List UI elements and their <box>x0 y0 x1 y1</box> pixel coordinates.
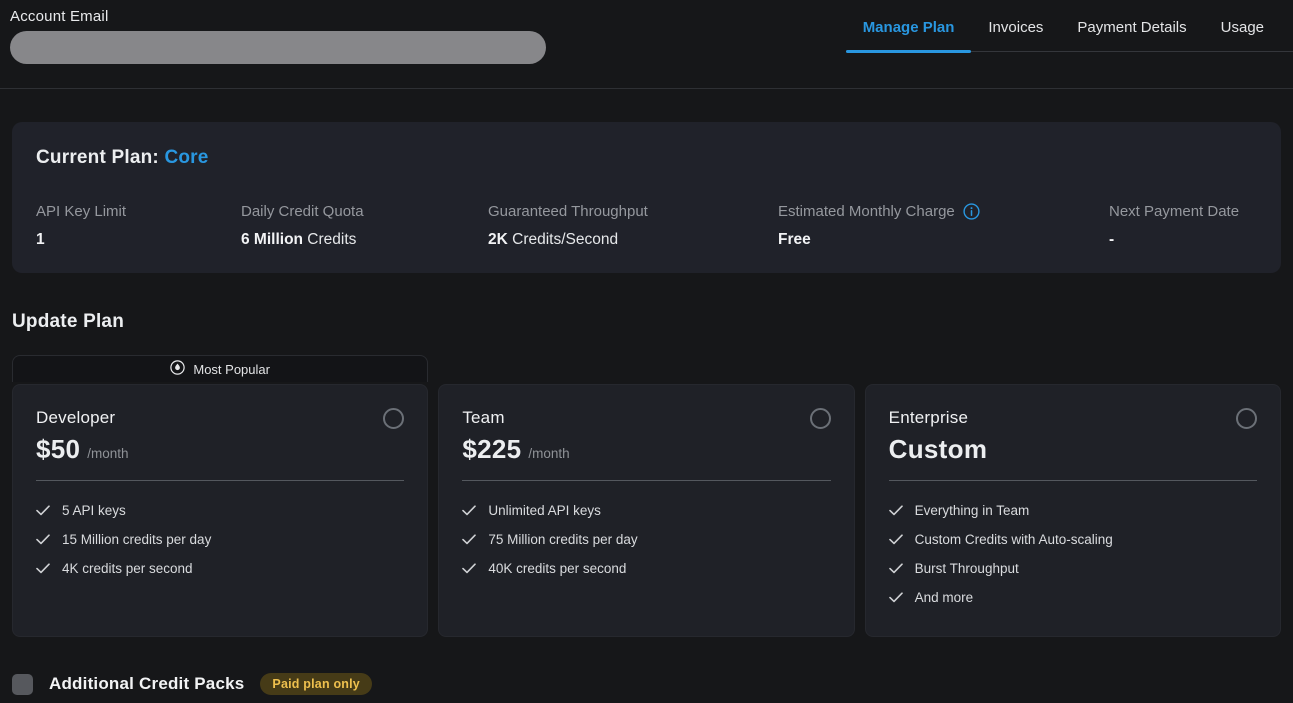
plan-card-divider <box>36 480 404 481</box>
billing-tabs: Manage Plan Invoices Payment Details Usa… <box>846 18 1293 52</box>
additional-credit-packs-row: Additional Credit Packs Paid plan only <box>12 673 1281 695</box>
feature-item: Burst Throughput <box>889 554 1257 583</box>
check-icon <box>889 563 903 574</box>
check-icon <box>889 534 903 545</box>
check-icon <box>462 563 476 574</box>
check-icon <box>36 505 50 516</box>
plan-column-developer: Most Popular Developer $50 /month 5 API … <box>12 355 428 637</box>
paid-plan-only-badge: Paid plan only <box>260 673 372 695</box>
check-icon <box>462 505 476 516</box>
feature-item: Unlimited API keys <box>462 496 830 525</box>
update-plan-heading: Update Plan <box>12 310 1281 333</box>
plan-card-divider <box>889 480 1257 481</box>
credit-packs-checkbox[interactable] <box>12 674 33 695</box>
plan-period: /month <box>87 446 128 461</box>
account-email-block: Account Email <box>10 8 546 64</box>
plan-card-enterprise[interactable]: Enterprise Custom Everything in Team Cus… <box>865 384 1281 637</box>
current-plan-stats: API Key Limit 1 Daily Credit Quota 6 Mil… <box>36 202 1257 250</box>
stat-label: Estimated Monthly Charge <box>778 202 955 221</box>
account-email-label: Account Email <box>10 8 546 26</box>
plan-card-team[interactable]: Team $225 /month Unlimited API keys 75 M… <box>438 384 854 637</box>
plan-radio-team[interactable] <box>810 408 831 429</box>
plan-price: $225 <box>462 434 521 464</box>
account-email-input[interactable] <box>10 31 546 64</box>
stat-value: - <box>1109 231 1114 248</box>
plan-name: Developer <box>36 407 115 429</box>
feature-list: 5 API keys 15 Million credits per day 4K… <box>36 496 404 583</box>
plan-radio-enterprise[interactable] <box>1236 408 1257 429</box>
check-icon <box>36 563 50 574</box>
stat-value: 2K <box>488 231 508 248</box>
flame-circle-icon <box>170 360 185 378</box>
feature-item: And more <box>889 583 1257 612</box>
page-header: Account Email Manage Plan Invoices Payme… <box>0 0 1293 64</box>
plan-card-divider <box>462 480 830 481</box>
plan-period: /month <box>528 446 569 461</box>
info-circle-icon[interactable] <box>963 203 980 220</box>
tab-manage-plan[interactable]: Manage Plan <box>846 18 972 51</box>
feature-item: 15 Million credits per day <box>36 525 404 554</box>
stat-label: Guaranteed Throughput <box>488 202 648 221</box>
check-icon <box>36 534 50 545</box>
check-icon <box>889 592 903 603</box>
most-popular-banner: Most Popular <box>12 355 428 382</box>
stat-estimated-monthly-charge: Estimated Monthly Charge Free <box>778 202 1109 250</box>
plan-grid: Most Popular Developer $50 /month 5 API … <box>12 355 1281 637</box>
stat-value: Free <box>778 231 811 248</box>
stat-daily-credit-quota: Daily Credit Quota 6 Million Credits <box>241 202 488 250</box>
feature-item: 75 Million credits per day <box>462 525 830 554</box>
stat-value: 1 <box>36 231 45 248</box>
plan-name: Enterprise <box>889 407 968 429</box>
tab-payment-details[interactable]: Payment Details <box>1060 18 1203 51</box>
feature-list: Everything in Team Custom Credits with A… <box>889 496 1257 612</box>
plan-name: Team <box>462 407 504 429</box>
feature-item: 4K credits per second <box>36 554 404 583</box>
current-plan-card: Current Plan: Core API Key Limit 1 Daily… <box>12 122 1281 273</box>
feature-list: Unlimited API keys 75 Million credits pe… <box>462 496 830 583</box>
tab-invoices[interactable]: Invoices <box>971 18 1060 51</box>
stat-label: Next Payment Date <box>1109 202 1239 221</box>
current-plan-name: Core <box>164 147 208 168</box>
feature-item: Everything in Team <box>889 496 1257 525</box>
check-icon <box>462 534 476 545</box>
plan-radio-developer[interactable] <box>383 408 404 429</box>
stat-api-key-limit: API Key Limit 1 <box>36 202 241 250</box>
feature-item: 40K credits per second <box>462 554 830 583</box>
check-icon <box>889 505 903 516</box>
plan-card-developer[interactable]: Developer $50 /month 5 API keys 15 Milli… <box>12 384 428 637</box>
feature-item: 5 API keys <box>36 496 404 525</box>
plan-price: $50 <box>36 434 80 464</box>
plan-column-team: Team $225 /month Unlimited API keys 75 M… <box>438 355 854 637</box>
plan-column-enterprise: Enterprise Custom Everything in Team Cus… <box>865 355 1281 637</box>
current-plan-title-prefix: Current Plan: <box>36 147 164 168</box>
credit-packs-label: Additional Credit Packs <box>49 674 244 694</box>
stat-next-payment-date: Next Payment Date - <box>1109 202 1257 250</box>
most-popular-label: Most Popular <box>193 362 270 377</box>
plan-price: Custom <box>889 434 988 464</box>
header-divider <box>0 88 1293 89</box>
feature-item: Custom Credits with Auto-scaling <box>889 525 1257 554</box>
stat-guaranteed-throughput: Guaranteed Throughput 2K Credits/Second <box>488 202 778 250</box>
tab-usage[interactable]: Usage <box>1204 18 1281 51</box>
stat-label: API Key Limit <box>36 202 126 221</box>
stat-value: 6 Million <box>241 231 303 248</box>
current-plan-title: Current Plan: Core <box>36 146 1257 170</box>
stat-label: Daily Credit Quota <box>241 202 364 221</box>
